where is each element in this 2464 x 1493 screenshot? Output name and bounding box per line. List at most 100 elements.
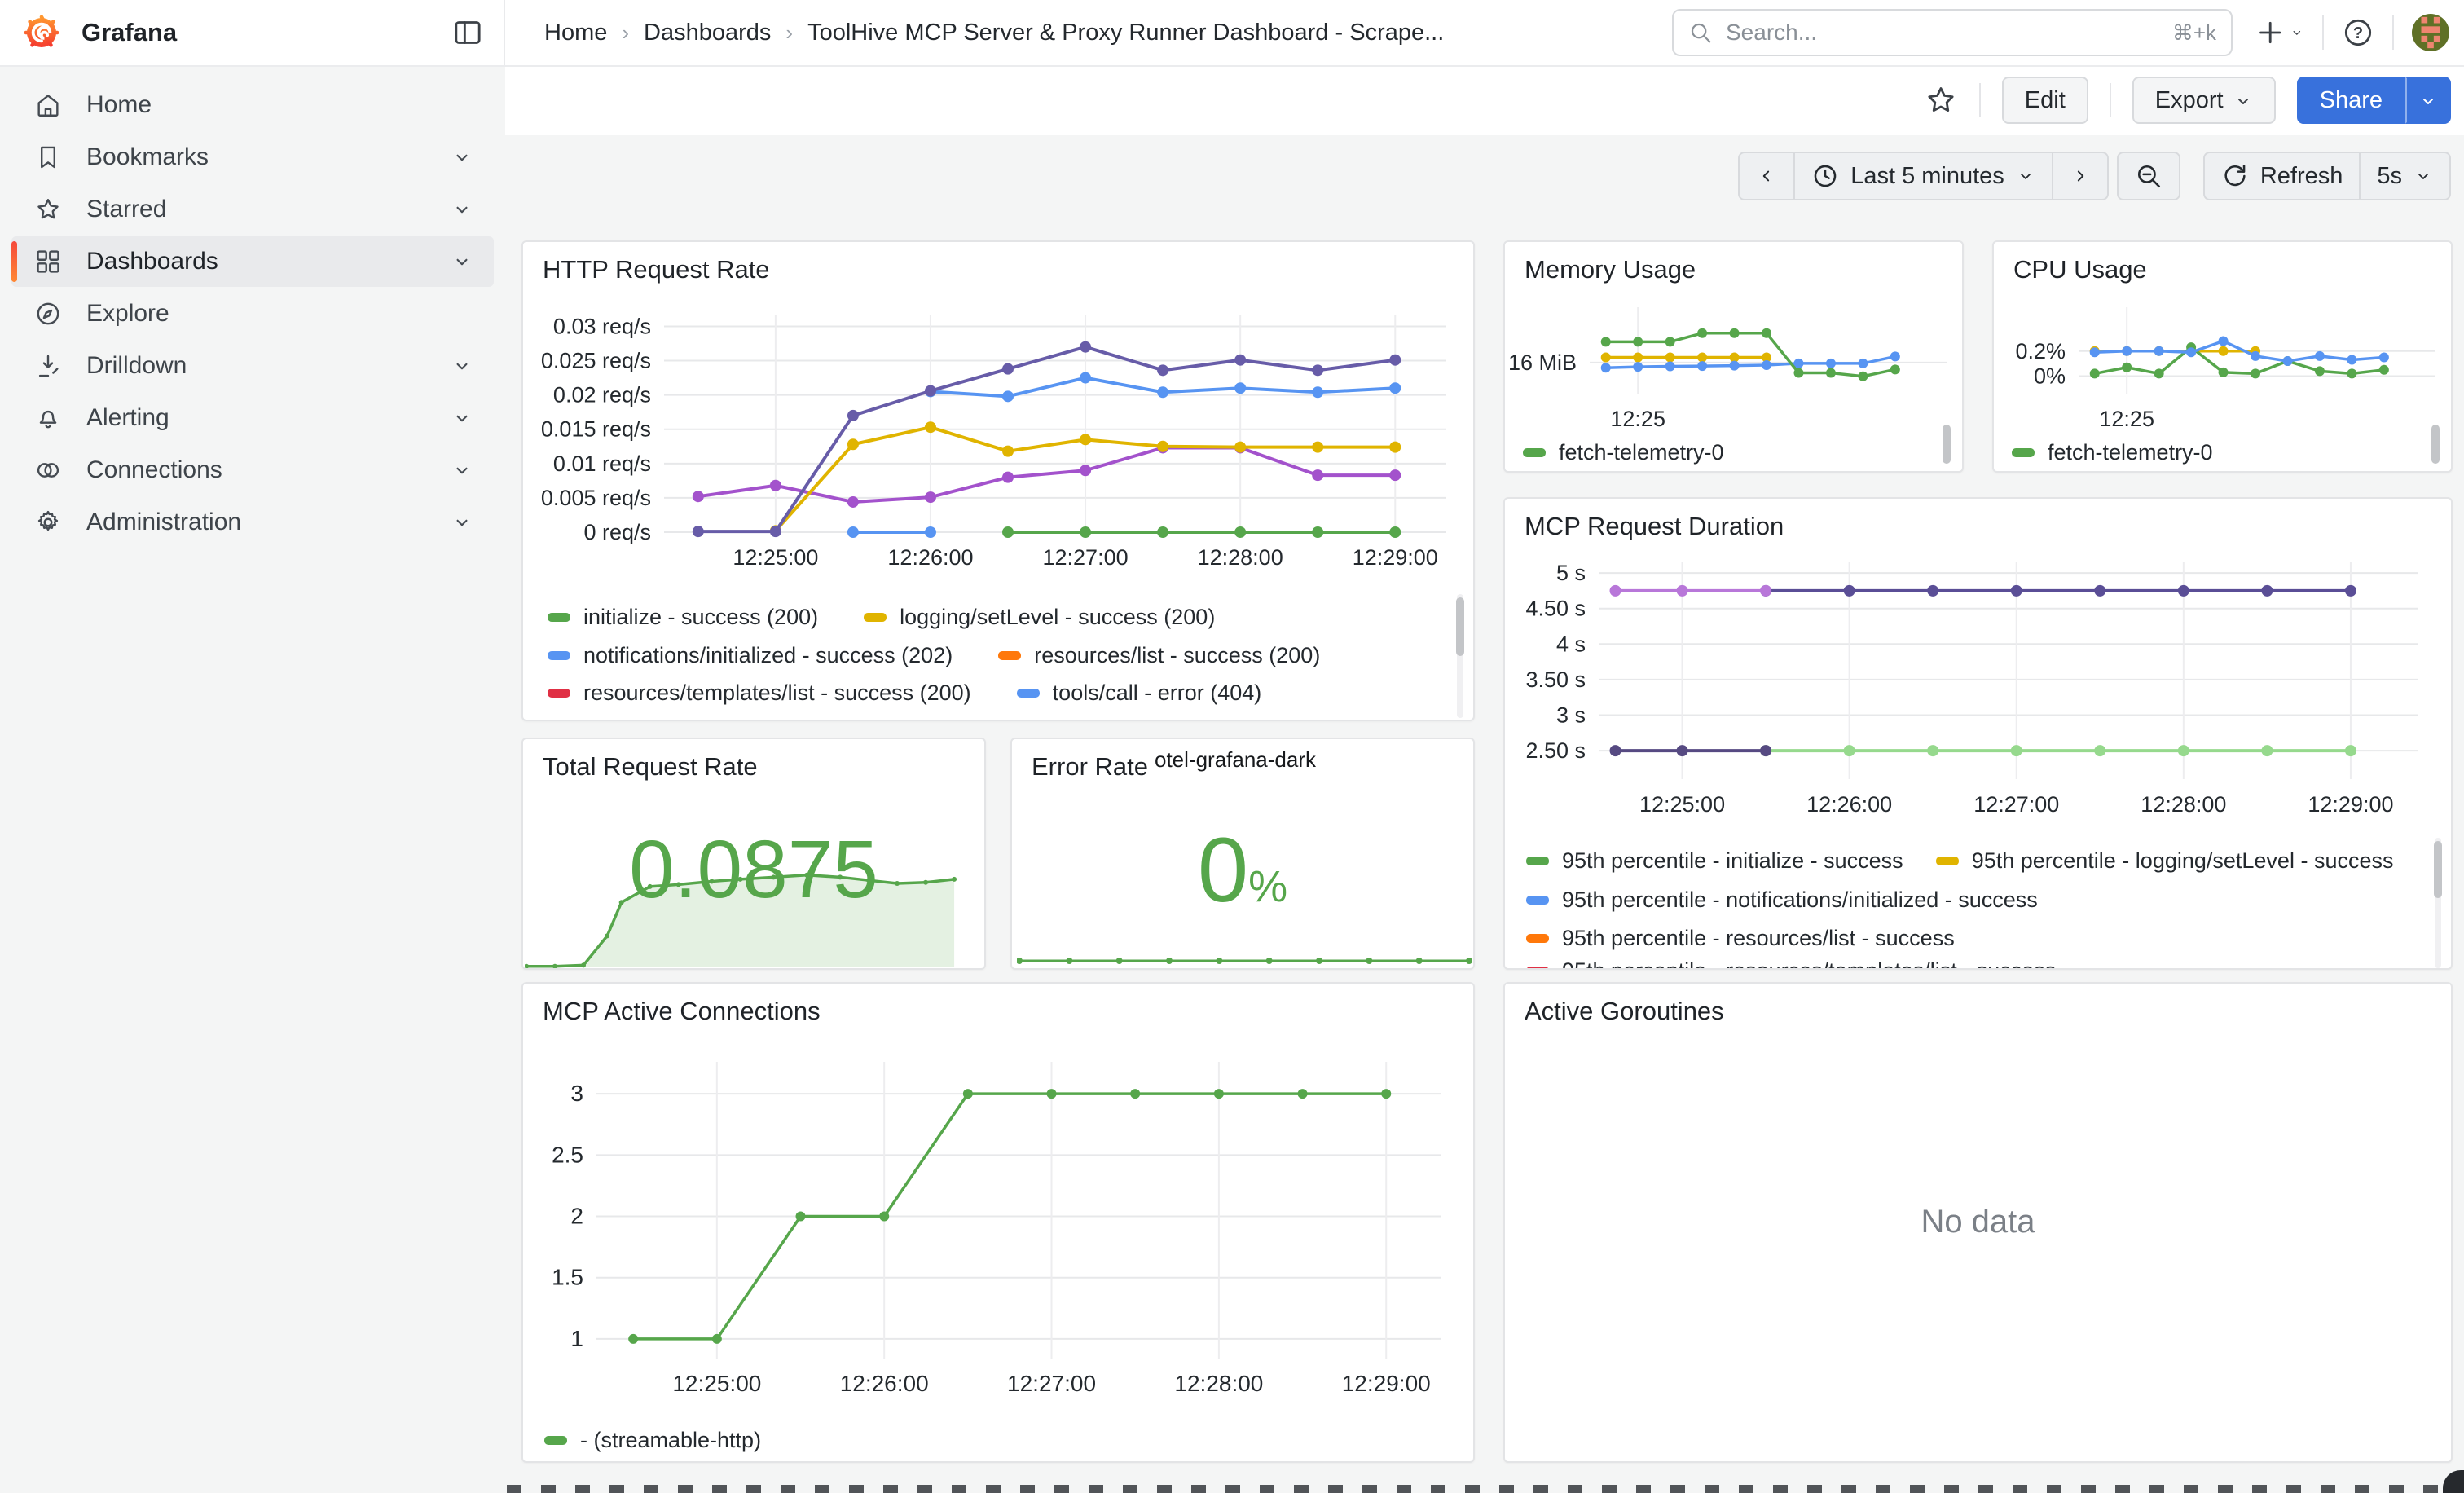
error-rate-sparkline[interactable]	[1017, 943, 1472, 966]
legend-item[interactable]: resources/list - success (200)	[998, 643, 1320, 668]
chevron-right-icon	[2070, 165, 2091, 187]
search-box[interactable]: ⌘+k	[1672, 9, 2233, 56]
legend-item[interactable]: 95th percentile - logging/setLevel - suc…	[1936, 848, 2394, 874]
svg-text:12:27:00: 12:27:00	[1007, 1371, 1096, 1396]
help-button[interactable]: ?	[2342, 16, 2374, 49]
cpu-usage-chart[interactable]: 0.2%0%12:25	[1999, 289, 2445, 436]
legend-scrollbar-thumb[interactable]	[2434, 841, 2442, 898]
sidebar-item-dashboards[interactable]: Dashboards	[11, 236, 494, 287]
mcp-request-duration-chart[interactable]: 5 s4.50 s4 s3.50 s3 s2.50 s12:25:0012:26…	[1513, 541, 2442, 836]
legend-label: tools/list - success (200)	[907, 718, 1143, 722]
refresh-button[interactable]: Refresh	[2203, 152, 2360, 200]
bell-icon	[34, 404, 62, 432]
chevron-down-icon[interactable]	[451, 460, 473, 481]
bookmark-icon	[34, 143, 62, 171]
sidebar-item-starred[interactable]: Starred	[11, 184, 494, 235]
panel-mcp-active-connections: MCP Active Connections 32.521.5112:25:00…	[521, 982, 1475, 1463]
export-button[interactable]: Export	[2132, 77, 2276, 124]
divider	[1979, 83, 1981, 117]
edit-button[interactable]: Edit	[2002, 77, 2088, 124]
breadcrumb-dashboards[interactable]: Dashboards	[644, 20, 771, 46]
time-shift-back-button[interactable]	[1738, 152, 1793, 200]
legend-item[interactable]: fetch-telemetry-0	[1523, 440, 1724, 465]
sidebar-item-label: Dashboards	[86, 248, 218, 275]
panel-title[interactable]: Total Request Rate	[543, 752, 758, 782]
drilldown-icon	[34, 352, 62, 380]
legend-item[interactable]: tools/list - success (200)	[871, 718, 1143, 722]
sidebar-item-administration[interactable]: Administration	[11, 497, 494, 548]
panel-title[interactable]: Active Goroutines	[1525, 997, 1724, 1026]
legend-item[interactable]: - (streamable-http)	[544, 1428, 761, 1453]
sidebar-item-explore[interactable]: Explore	[11, 288, 494, 339]
chevron-down-icon[interactable]	[451, 251, 473, 272]
legend-item[interactable]: unknown - success (200)	[1189, 718, 1469, 722]
share-button[interactable]: Share	[2297, 77, 2405, 124]
mcp-active-connections-chart[interactable]: 32.521.5112:25:0012:26:0012:27:0012:28:0…	[531, 1033, 1464, 1399]
zoom-out-button[interactable]	[2117, 152, 2180, 200]
legend-item[interactable]: notifications/initialized - success (202…	[548, 643, 953, 668]
legend-item[interactable]: tools/call - error (404)	[1017, 680, 1262, 706]
legend-row: fetch-telemetry-0	[2012, 434, 2213, 470]
panel-title[interactable]: CPU Usage	[2013, 255, 2147, 284]
panel-title[interactable]: Error Rate	[1032, 752, 1148, 782]
svg-text:12:26:00: 12:26:00	[887, 545, 973, 570]
http-request-rate-chart[interactable]: 0.03 req/s0.025 req/s0.02 req/s0.015 req…	[530, 299, 1467, 592]
panel-title[interactable]: Memory Usage	[1525, 255, 1696, 284]
favorite-star-button[interactable]	[1924, 83, 1958, 117]
sidebar-item-connections[interactable]: Connections	[11, 445, 494, 495]
legend-scrollbar-thumb[interactable]	[2431, 425, 2440, 464]
legend-item[interactable]: resources/templates/list - success (200)	[548, 680, 971, 706]
search-input[interactable]	[1724, 19, 2161, 46]
legend-swatch	[548, 689, 570, 698]
time-range-picker[interactable]: Last 5 minutes	[1793, 152, 2052, 200]
svg-text:0.025 req/s: 0.025 req/s	[541, 349, 651, 373]
legend-scrollbar-thumb[interactable]	[1456, 597, 1464, 656]
refresh-interval-picker[interactable]: 5s	[2359, 152, 2451, 200]
legend-item[interactable]: 95th percentile - resources/templates/li…	[1526, 958, 2056, 971]
svg-text:3: 3	[570, 1081, 583, 1106]
svg-text:12:28:00: 12:28:00	[1198, 545, 1283, 570]
legend-scrollbar-thumb[interactable]	[1943, 425, 1951, 464]
breadcrumb-home[interactable]: Home	[544, 20, 607, 46]
legend-item[interactable]: initialize - success (200)	[548, 605, 818, 630]
refresh-icon	[2221, 162, 2249, 190]
panel-title[interactable]: MCP Active Connections	[543, 997, 821, 1026]
home-icon	[34, 91, 62, 119]
panel-title[interactable]: HTTP Request Rate	[543, 255, 770, 284]
panel-title[interactable]: MCP Request Duration	[1525, 512, 1784, 541]
error-rate-number: 0	[1198, 819, 1248, 921]
legend-label: fetch-telemetry-0	[1559, 440, 1724, 465]
user-avatar[interactable]	[2412, 14, 2449, 51]
dashboard-action-bar: Edit Export Share	[505, 65, 2464, 135]
chevron-down-icon[interactable]	[451, 407, 473, 429]
chevron-down-icon[interactable]	[451, 512, 473, 533]
share-menu-button[interactable]	[2405, 77, 2451, 124]
chevron-down-icon[interactable]	[451, 355, 473, 377]
chevron-down-icon[interactable]	[451, 147, 473, 168]
sidebar-item-bookmarks[interactable]: Bookmarks	[11, 132, 494, 183]
sidebar-item-drilldown[interactable]: Drilldown	[11, 341, 494, 391]
legend-label: tools/call - success (200)	[583, 718, 825, 722]
sidebar-toggle-button[interactable]	[451, 16, 484, 49]
sidebar-item-home[interactable]: Home	[11, 80, 494, 130]
add-button[interactable]	[2251, 16, 2304, 49]
panel-total-request-rate: Total Request Rate 0.0875	[521, 738, 986, 970]
memory-usage-chart[interactable]: 16 MiB12:25	[1510, 289, 1956, 436]
chevron-down-icon[interactable]	[451, 199, 473, 220]
stat-value: 0.0875	[523, 829, 984, 910]
legend-item[interactable]: 95th percentile - resources/list - succe…	[1526, 926, 1955, 951]
legend-item[interactable]: tools/call - success (200)	[548, 718, 825, 722]
legend-item[interactable]: 95th percentile - initialize - success	[1526, 848, 1903, 874]
legend-swatch	[1526, 857, 1549, 865]
legend-label: fetch-telemetry-0	[2048, 440, 2213, 465]
sidebar-item-label: Starred	[86, 196, 166, 223]
legend-item[interactable]: 95th percentile - notifications/initiali…	[1526, 887, 2038, 913]
sidebar-item-label: Drilldown	[86, 352, 187, 380]
legend-item[interactable]: logging/setLevel - success (200)	[864, 605, 1215, 630]
time-range-group: Last 5 minutes	[1738, 152, 2109, 200]
time-shift-forward-button[interactable]	[2052, 152, 2109, 200]
sidebar-item-alerting[interactable]: Alerting	[11, 393, 494, 443]
legend-label: resources/list - success (200)	[1034, 643, 1320, 668]
legend-item[interactable]: fetch-telemetry-0	[2012, 440, 2213, 465]
svg-text:12:26:00: 12:26:00	[1806, 792, 1892, 817]
